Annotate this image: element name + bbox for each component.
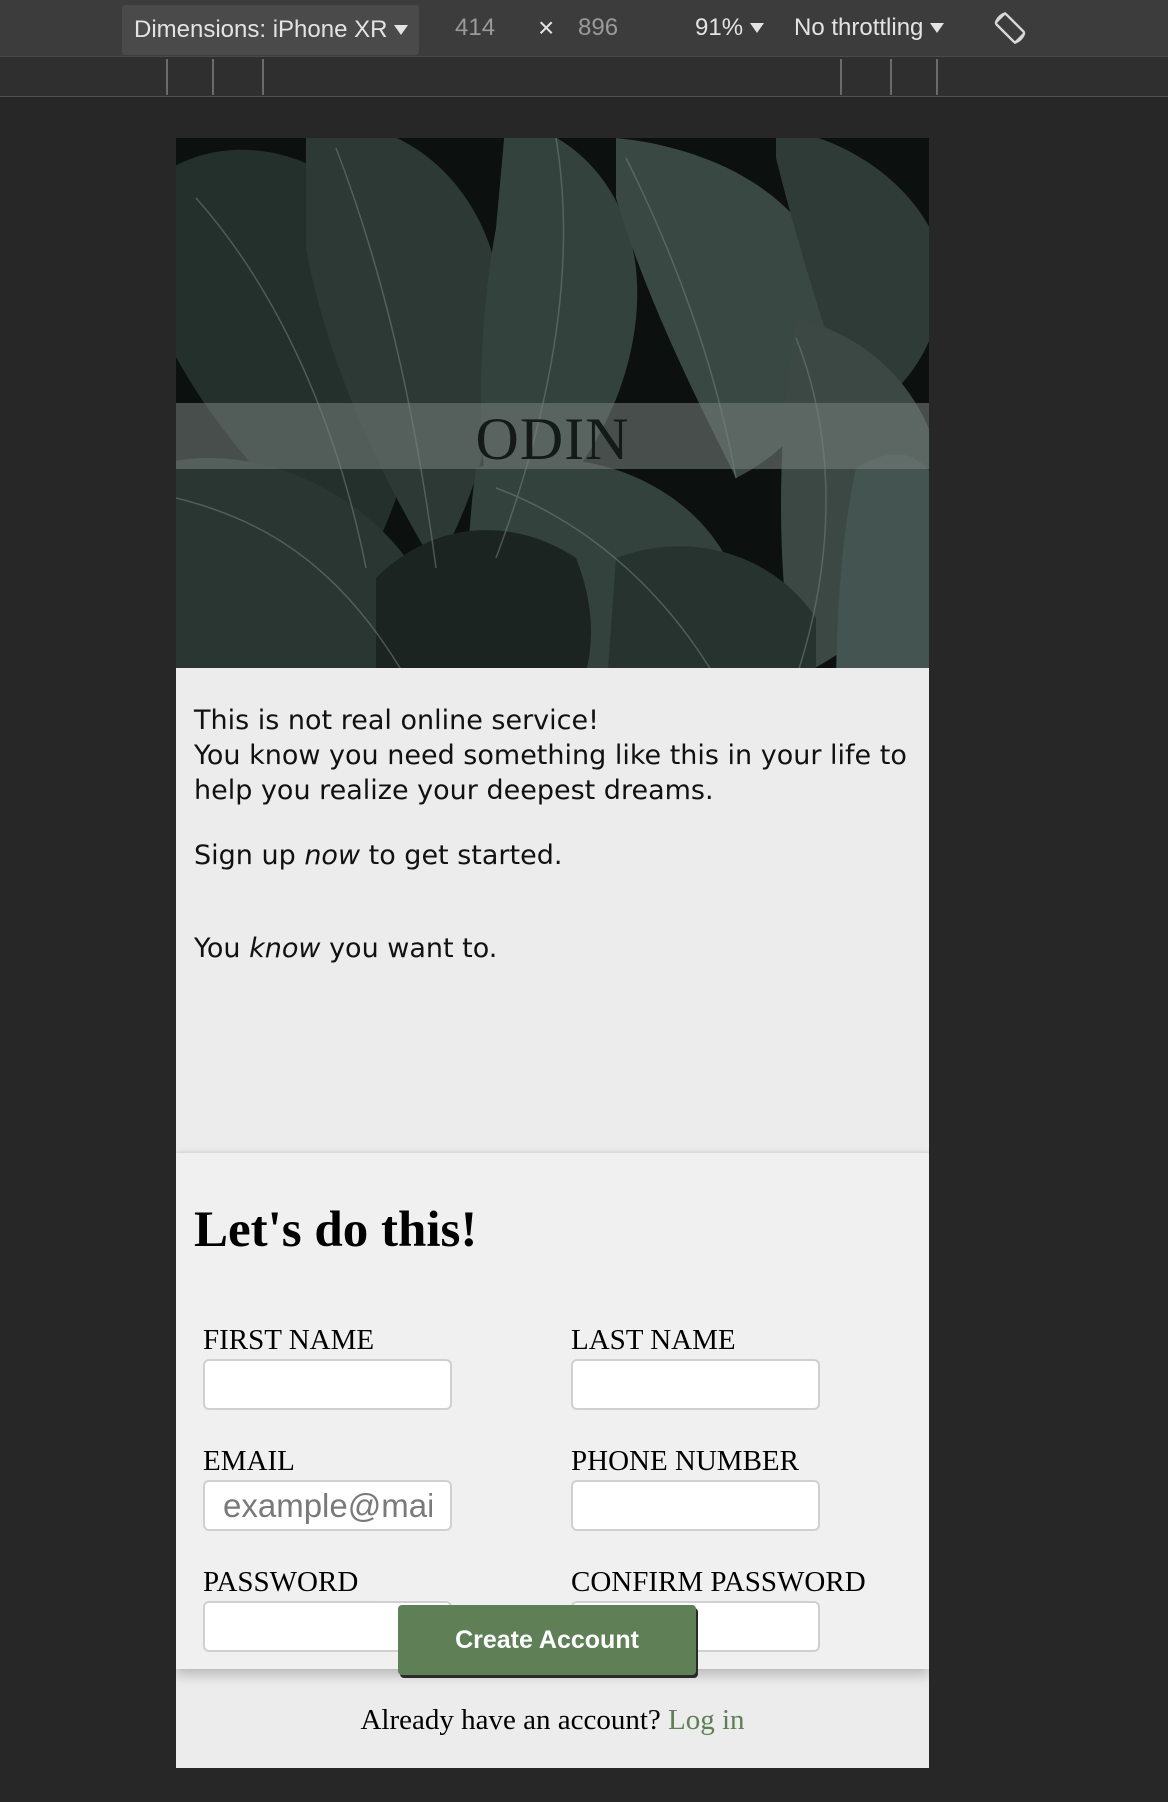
site-logo: ODIN [475, 405, 630, 472]
confirm-password-label: CONFIRM PASSWORD [571, 1566, 866, 1598]
last-name-label: LAST NAME [571, 1324, 736, 1356]
viewport-width-input[interactable]: 414 [455, 0, 495, 56]
first-name-field-group: FIRST NAME [203, 1324, 453, 1410]
phone-input[interactable] [571, 1480, 820, 1531]
zoom-dropdown[interactable]: 91% [695, 0, 765, 56]
intro-line-1: This is not real online service! [194, 705, 599, 736]
phone-label: PHONE NUMBER [571, 1445, 799, 1477]
chevron-down-icon [394, 25, 409, 35]
password-label: PASSWORD [203, 1566, 359, 1598]
media-query-marker[interactable] [212, 59, 214, 95]
media-query-marker[interactable] [262, 59, 264, 95]
first-name-label: FIRST NAME [203, 1324, 375, 1356]
signup-emphasis: now [304, 840, 361, 871]
media-query-marker[interactable] [166, 59, 168, 95]
signup-form: Let's do this! FIRST NAME LAST NAME EMAI… [176, 1153, 929, 1669]
viewport-height-input[interactable]: 896 [578, 0, 618, 56]
signup-pre: Sign up [194, 840, 305, 871]
logo-band: ODIN [176, 403, 929, 472]
know-callout: You know you want to. [194, 931, 911, 966]
login-prompt: Already have an account? Log in [176, 1704, 929, 1737]
intro-section: This is not real online service! You kno… [176, 668, 929, 1153]
device-dimensions-dropdown[interactable]: Dimensions: iPhone XR [122, 5, 419, 55]
emulated-viewport: ODIN This is not real online service! Yo… [176, 138, 929, 1768]
form-title: Let's do this! [194, 1202, 478, 1258]
signup-post: to get started. [360, 840, 563, 871]
signup-callout: Sign up now to get started. [194, 838, 911, 873]
email-field-group: EMAIL [203, 1445, 453, 1531]
email-label: EMAIL [203, 1445, 295, 1477]
chevron-down-icon [750, 23, 765, 33]
zoom-label: 91% [695, 14, 744, 41]
first-name-input[interactable] [203, 1359, 452, 1410]
login-link[interactable]: Log in [668, 1704, 745, 1736]
media-query-marker[interactable] [936, 59, 938, 95]
create-account-button[interactable]: Create Account [398, 1605, 696, 1675]
media-query-marker[interactable] [890, 59, 892, 95]
email-input[interactable] [203, 1480, 452, 1531]
intro-line-2: You know you need something like this in… [194, 740, 907, 806]
device-dimensions-label: Dimensions: iPhone XR [134, 16, 388, 43]
media-query-bar [0, 57, 1168, 97]
know-post: you want to. [320, 933, 498, 964]
hero-banner: ODIN [176, 138, 929, 668]
login-prompt-text: Already have an account? [360, 1704, 669, 1736]
devtools-device-toolbar: Dimensions: iPhone XR 414 × 896 91% No t… [0, 0, 1168, 57]
last-name-field-group: LAST NAME [571, 1324, 821, 1410]
last-name-input[interactable] [571, 1359, 820, 1410]
media-query-marker[interactable] [840, 59, 842, 95]
phone-field-group: PHONE NUMBER [571, 1445, 821, 1531]
know-emphasis: know [249, 933, 321, 964]
rotate-icon[interactable] [990, 8, 1030, 48]
throttling-label: No throttling [794, 14, 924, 41]
throttling-dropdown[interactable]: No throttling [794, 0, 945, 56]
know-pre: You [194, 933, 250, 964]
chevron-down-icon [930, 23, 945, 33]
dimensions-separator: × [538, 12, 555, 43]
